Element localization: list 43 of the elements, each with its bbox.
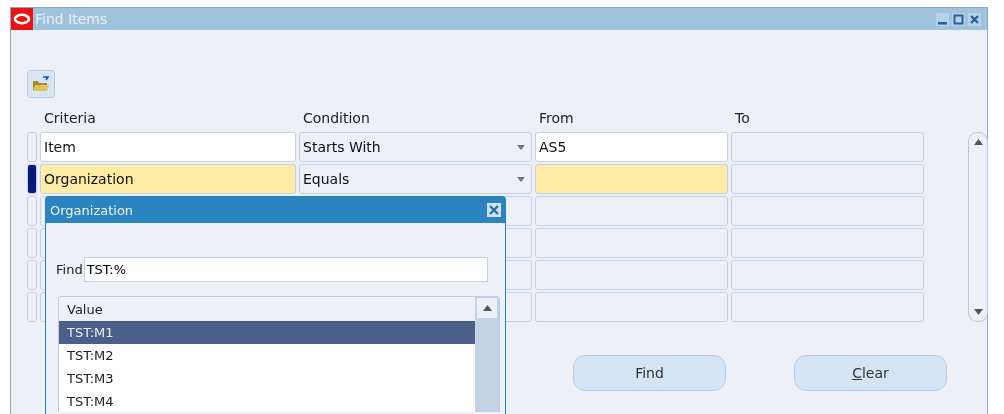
scroll-down-icon[interactable]	[973, 309, 983, 315]
scroll-up-icon[interactable]	[482, 305, 492, 311]
action-button[interactable]: Find	[573, 355, 726, 391]
column-header: From	[538, 110, 575, 128]
row-indicator[interactable]	[27, 164, 37, 194]
minimize-icon[interactable]	[936, 12, 949, 26]
to-field[interactable]	[731, 228, 924, 258]
close-icon[interactable]	[487, 203, 501, 217]
scrollbar[interactable]	[968, 132, 988, 322]
find-label: Find	[56, 262, 83, 277]
criteria-field[interactable]: Organization	[40, 164, 296, 194]
from-field[interactable]: AS5	[535, 132, 728, 162]
to-field[interactable]	[731, 196, 924, 226]
caret-icon	[517, 144, 525, 150]
column-header: To	[734, 110, 751, 128]
to-field[interactable]	[731, 132, 924, 162]
scroll-up-icon[interactable]	[973, 139, 983, 145]
from-field[interactable]	[535, 228, 728, 258]
criteria-field[interactable]: Item	[40, 132, 296, 162]
find-field[interactable]: TST:%	[83, 257, 488, 282]
to-field[interactable]	[731, 292, 924, 322]
open-folder-icon	[32, 76, 50, 92]
to-field[interactable]	[731, 260, 924, 290]
dialog-title: Organization	[50, 202, 134, 218]
action-button[interactable]: Clear	[794, 355, 947, 391]
close-icon[interactable]	[968, 12, 981, 26]
list-header: Value	[59, 297, 475, 321]
from-field[interactable]	[535, 292, 728, 322]
list-scrollbar[interactable]	[475, 297, 499, 412]
from-field[interactable]	[535, 164, 728, 194]
open-folder-button[interactable]	[27, 70, 55, 98]
app-logo-icon	[11, 8, 33, 30]
list-item[interactable]: TST:M1	[59, 321, 475, 344]
column-header: Criteria	[43, 110, 97, 128]
from-field[interactable]	[535, 196, 728, 226]
to-field[interactable]	[731, 164, 924, 194]
condition-dropdown[interactable]: Starts With	[299, 132, 532, 162]
maximize-icon[interactable]	[952, 12, 965, 26]
from-field[interactable]	[535, 260, 728, 290]
column-header: Condition	[302, 110, 371, 128]
caret-icon	[517, 176, 525, 182]
window-title: Find Items	[35, 11, 109, 27]
condition-dropdown[interactable]: Equals	[299, 164, 532, 194]
